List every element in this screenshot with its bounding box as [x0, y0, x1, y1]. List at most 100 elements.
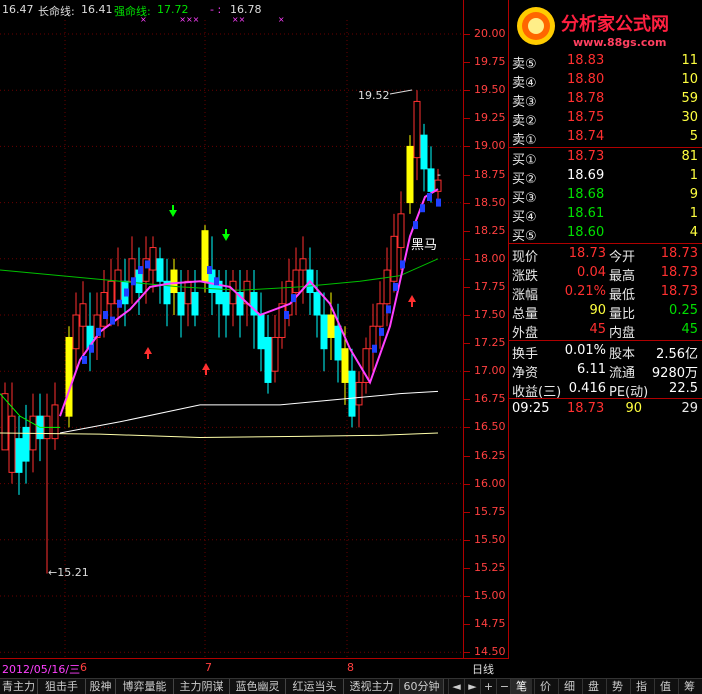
signal-dot [214, 277, 219, 286]
price-tick-label: 16.75 [474, 392, 506, 406]
quote-tab[interactable]: 势 [606, 679, 628, 694]
indicator-tab[interactable]: 红运当头 [286, 679, 344, 694]
white-line [59, 390, 439, 434]
price-tick-label: 17.25 [474, 336, 506, 350]
candle-body [406, 145, 414, 204]
fin-value-2: 2.56亿 [656, 347, 698, 362]
quote-tab[interactable]: 价 [534, 679, 556, 694]
long-line [0, 432, 439, 439]
quote-tab[interactable]: 笔 [510, 679, 532, 694]
ask-row[interactable]: 卖④ 18.80 10 [509, 71, 702, 91]
bid-row[interactable]: 买⑤ 18.60 4 [509, 224, 702, 244]
indicator-tab[interactable]: 博弈量能 [116, 679, 174, 694]
price-tick-label: 19.00 [474, 139, 506, 153]
price-tick-label: 17.75 [474, 279, 506, 293]
sell-arrow-icon [169, 205, 177, 217]
indicator-tab[interactable]: 主力阴谋 [174, 679, 230, 694]
quote-tab[interactable]: 盘 [582, 679, 604, 694]
stat-row[interactable]: 外盘 45 内盘 45 [509, 321, 702, 341]
price-tick [464, 624, 470, 626]
stat-row[interactable]: 总量 90 量比 0.25 [509, 302, 702, 322]
indicator-tab[interactable]: 股神 [86, 679, 116, 694]
stat-label: 涨幅 [512, 288, 539, 303]
stat-value-2: 18.73 [660, 265, 698, 280]
signal-dot [420, 204, 425, 213]
candle-body [156, 258, 164, 282]
quote-tab[interactable]: 值 [654, 679, 676, 694]
dash-mark: - [437, 168, 441, 181]
indicator-tab[interactable]: 青主力2 [0, 679, 38, 694]
candle-body [22, 426, 30, 462]
bid-row[interactable]: 买② 18.69 1 [509, 167, 702, 187]
ask-row[interactable]: 卖② 18.75 30 [509, 109, 702, 129]
indicator-tab[interactable]: 60分钟 [400, 679, 444, 694]
candle-body [278, 303, 286, 338]
scroll-left-button[interactable]: ◄ [448, 679, 464, 694]
bid-row[interactable]: 买③ 18.68 9 [509, 186, 702, 206]
quote-tab[interactable]: 筹 [678, 679, 700, 694]
stat-value: 18.73 [568, 246, 606, 261]
ask-price: 18.80 [567, 72, 605, 87]
finance-row[interactable]: 换手 0.01% 股本 2.56亿 [509, 342, 702, 362]
candle-body [15, 438, 23, 473]
signal-dot [291, 294, 296, 303]
quote-tab[interactable]: 细 [558, 679, 580, 694]
candle-body [348, 370, 356, 417]
quote-panel: 分析家公式网 www.88gs.com 卖⑤ 18.83 11 卖④ 18.80 10 卖③… [509, 0, 702, 678]
month-8: 8 [347, 661, 354, 674]
separator [509, 340, 702, 341]
candle-body [334, 325, 342, 361]
price-tick-label: 14.50 [474, 645, 506, 659]
price-tick [464, 118, 470, 120]
price-tick [464, 62, 470, 64]
indicator-tab[interactable]: 透视主力 [344, 679, 400, 694]
price-tick-label: 15.75 [474, 504, 506, 518]
candle-body [271, 336, 279, 372]
price-tick-label: 15.50 [474, 532, 506, 546]
finance-row[interactable]: 收益(三) 0.416 PE(动) 22.5 [509, 380, 702, 400]
bid-label: 买⑤ [512, 229, 537, 244]
candle-body [313, 292, 321, 316]
stat-row[interactable]: 涨跌 0.04 最高 18.73 [509, 264, 702, 284]
signal-dot [386, 305, 391, 314]
candle-body [355, 381, 363, 406]
ask-label: 卖① [512, 133, 537, 148]
bid-label: 买① [512, 153, 537, 168]
price-tick-label: 16.25 [474, 448, 506, 462]
ask-row[interactable]: 卖⑤ 18.83 11 [509, 52, 702, 72]
candle-body [327, 314, 335, 338]
bid-row[interactable]: 买④ 18.61 1 [509, 205, 702, 225]
stat-row[interactable]: 涨幅 0.21% 最低 18.73 [509, 283, 702, 303]
month-7: 7 [205, 661, 212, 674]
kline-chart[interactable]: 16.47 长命线: 16.41 强命线: 17.72 - : 16.78 × … [0, 0, 463, 658]
scroll-right-button[interactable]: ► [464, 679, 480, 694]
signal-dot [138, 266, 143, 275]
candle-body [292, 269, 300, 294]
period-label[interactable]: 日线 [472, 661, 494, 677]
finance-row[interactable]: 净资 6.11 流通 9280万 [509, 361, 702, 381]
candle-body [149, 247, 157, 271]
ask-row[interactable]: 卖① 18.74 5 [509, 128, 702, 148]
indicator-tab[interactable]: 蓝色幽灵 [230, 679, 286, 694]
logo-url[interactable]: www.88gs.com [573, 36, 666, 49]
tick-row[interactable]: 09:25 18.73 90 29 [509, 400, 702, 419]
zoom-in-button[interactable]: + [480, 679, 496, 694]
price-tick [464, 34, 470, 35]
bid-row[interactable]: 买① 18.73 81 [509, 148, 702, 168]
candle-body [420, 134, 428, 170]
price-tick [464, 371, 470, 373]
bid-volume: 1 [689, 168, 698, 183]
price-tick-label: 14.75 [474, 617, 506, 631]
ask-row[interactable]: 卖③ 18.78 59 [509, 90, 702, 110]
stat-row[interactable]: 现价 18.73 今开 18.73 [509, 245, 702, 265]
stat-value: 90 [589, 303, 606, 318]
bid-label: 买④ [512, 210, 537, 225]
price-tick-label: 18.25 [474, 223, 506, 237]
price-tick-label: 20.00 [474, 27, 506, 40]
signal-dot [436, 198, 441, 207]
quote-tab[interactable]: 指 [630, 679, 652, 694]
kline-canvas[interactable] [0, 0, 463, 658]
ask-volume: 11 [681, 53, 698, 68]
signal-dot [400, 260, 405, 269]
indicator-tab[interactable]: 狙击手 [38, 679, 86, 694]
